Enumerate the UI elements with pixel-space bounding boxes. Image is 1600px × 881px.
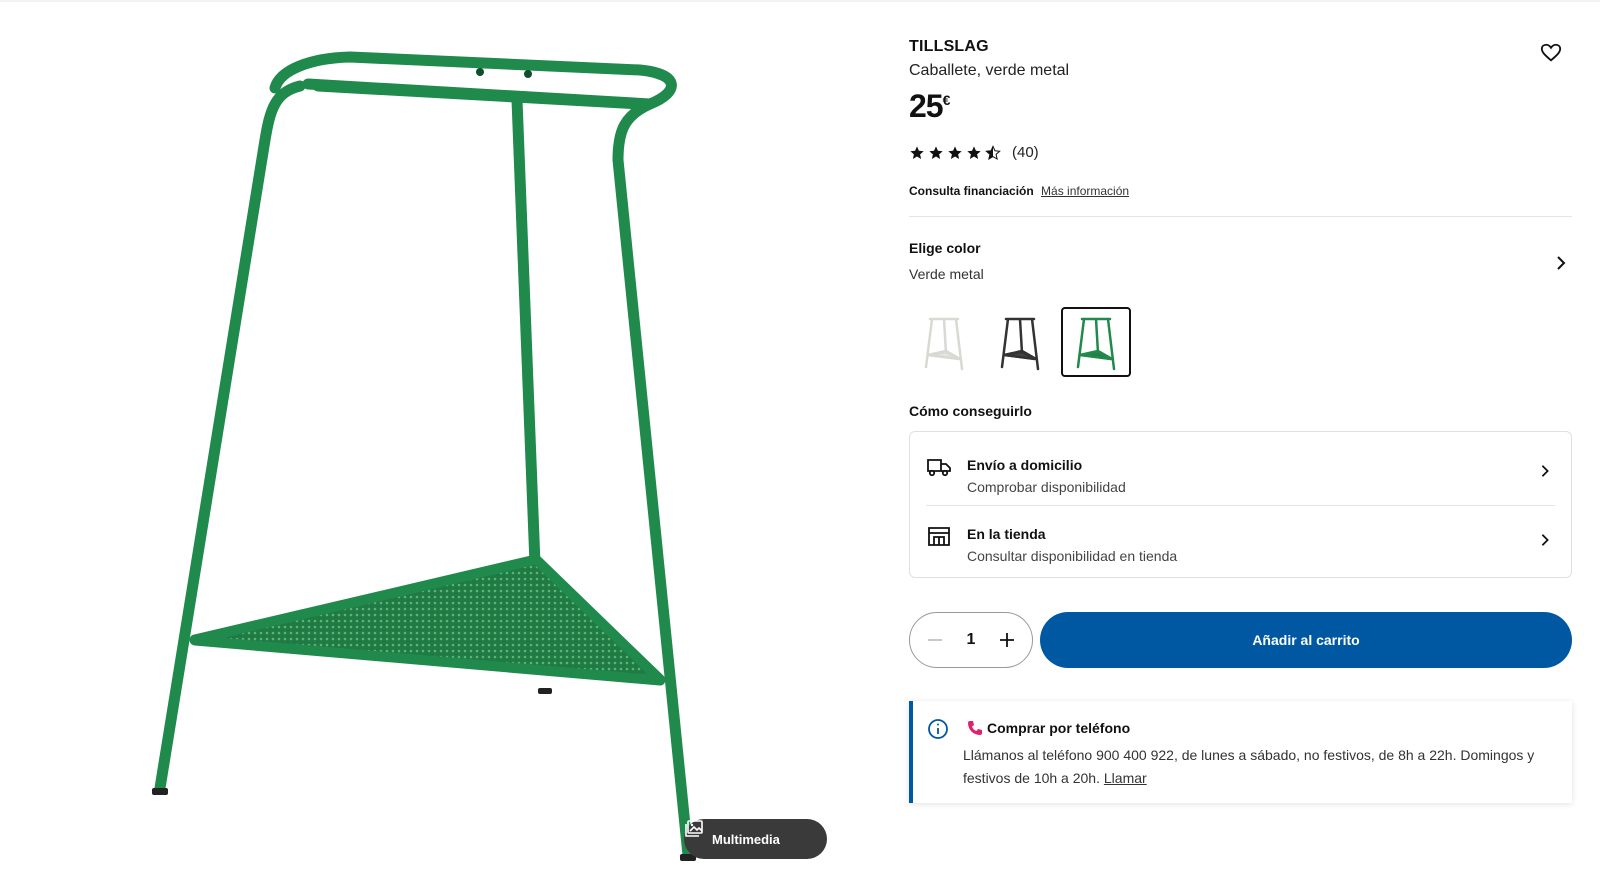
color-swatches [909,307,1131,377]
home-delivery-option[interactable]: Envío a domicilio Comprobar disponibilid… [910,438,1571,506]
fulfilment-title: Cómo conseguirlo [909,403,1032,419]
info-icon [927,718,949,745]
multimedia-label: Multimedia [712,831,780,847]
trestle-thumbnail [1076,317,1116,371]
phone-icon [967,720,983,741]
rating-stars[interactable]: (40) [909,144,1039,161]
minus-icon [928,639,942,641]
quantity-stepper: 1 [909,612,1033,668]
trestle-thumbnail [1000,317,1040,371]
color-section-title: Elige color [909,240,981,256]
call-link[interactable]: Llamar [1104,770,1147,786]
home-delivery-sub: Comprobar disponibilidad [967,479,1126,495]
product-image-trestle [152,51,696,861]
in-store-option[interactable]: En la tienda Consultar disponibilidad en… [910,507,1571,575]
phone-box-body: Llámanos al teléfono 900 400 922, de lun… [963,744,1543,790]
divider [909,216,1572,217]
swatch-black[interactable] [985,307,1055,377]
chevron-right-icon [1557,256,1566,270]
selected-color: Verde metal [909,266,984,282]
plus-icon [1000,633,1014,647]
truck-icon [927,456,951,483]
phone-purchase-box: Comprar por teléfono Llámanos al teléfon… [909,701,1572,803]
product-price: 25€ [909,88,951,125]
multimedia-button[interactable]: Multimedia [684,819,827,859]
star-icon [929,145,943,159]
increase-quantity-button[interactable] [996,629,1018,651]
financing-line: Consulta financiación Más información [909,184,1129,198]
swatch-white[interactable] [909,307,979,377]
favourite-heart-button[interactable] [1540,42,1564,66]
fulfilment-options: Envío a domicilio Comprobar disponibilid… [909,431,1572,578]
store-icon [927,525,951,552]
financing-label: Consulta financiación [909,184,1034,198]
phone-box-title: Comprar por teléfono [987,720,1131,736]
phone-box-text: Llámanos al teléfono 900 400 922, de lun… [963,747,1535,786]
price-currency: € [942,92,951,108]
add-to-cart-button[interactable]: Añadir al carrito [1040,612,1572,668]
in-store-label: En la tienda [967,526,1046,542]
chevron-right-icon [1538,464,1552,483]
trestle-thumbnail [924,317,964,371]
star-icon [967,145,981,159]
product-media[interactable]: Multimedia [0,0,860,881]
heart-icon [1540,43,1562,62]
financing-more-info-link[interactable]: Más información [1041,184,1129,198]
in-store-sub: Consultar disponibilidad en tienda [967,548,1178,564]
star-icon [910,145,924,159]
swatch-green[interactable] [1061,307,1131,377]
star-icon [948,145,962,159]
quantity-value[interactable]: 1 [967,631,976,649]
color-chevron-button[interactable] [1553,255,1569,276]
product-name: TILLSLAG [909,38,989,55]
divider [926,505,1555,506]
half-star-icon [985,144,1001,160]
decrease-quantity-button[interactable] [924,629,946,651]
chevron-right-icon [1538,533,1552,552]
price-value: 25 [909,88,944,124]
home-delivery-label: Envío a domicilio [967,457,1083,473]
rating-count: (40) [1012,144,1039,161]
product-description: Caballete, verde metal [909,62,1070,79]
